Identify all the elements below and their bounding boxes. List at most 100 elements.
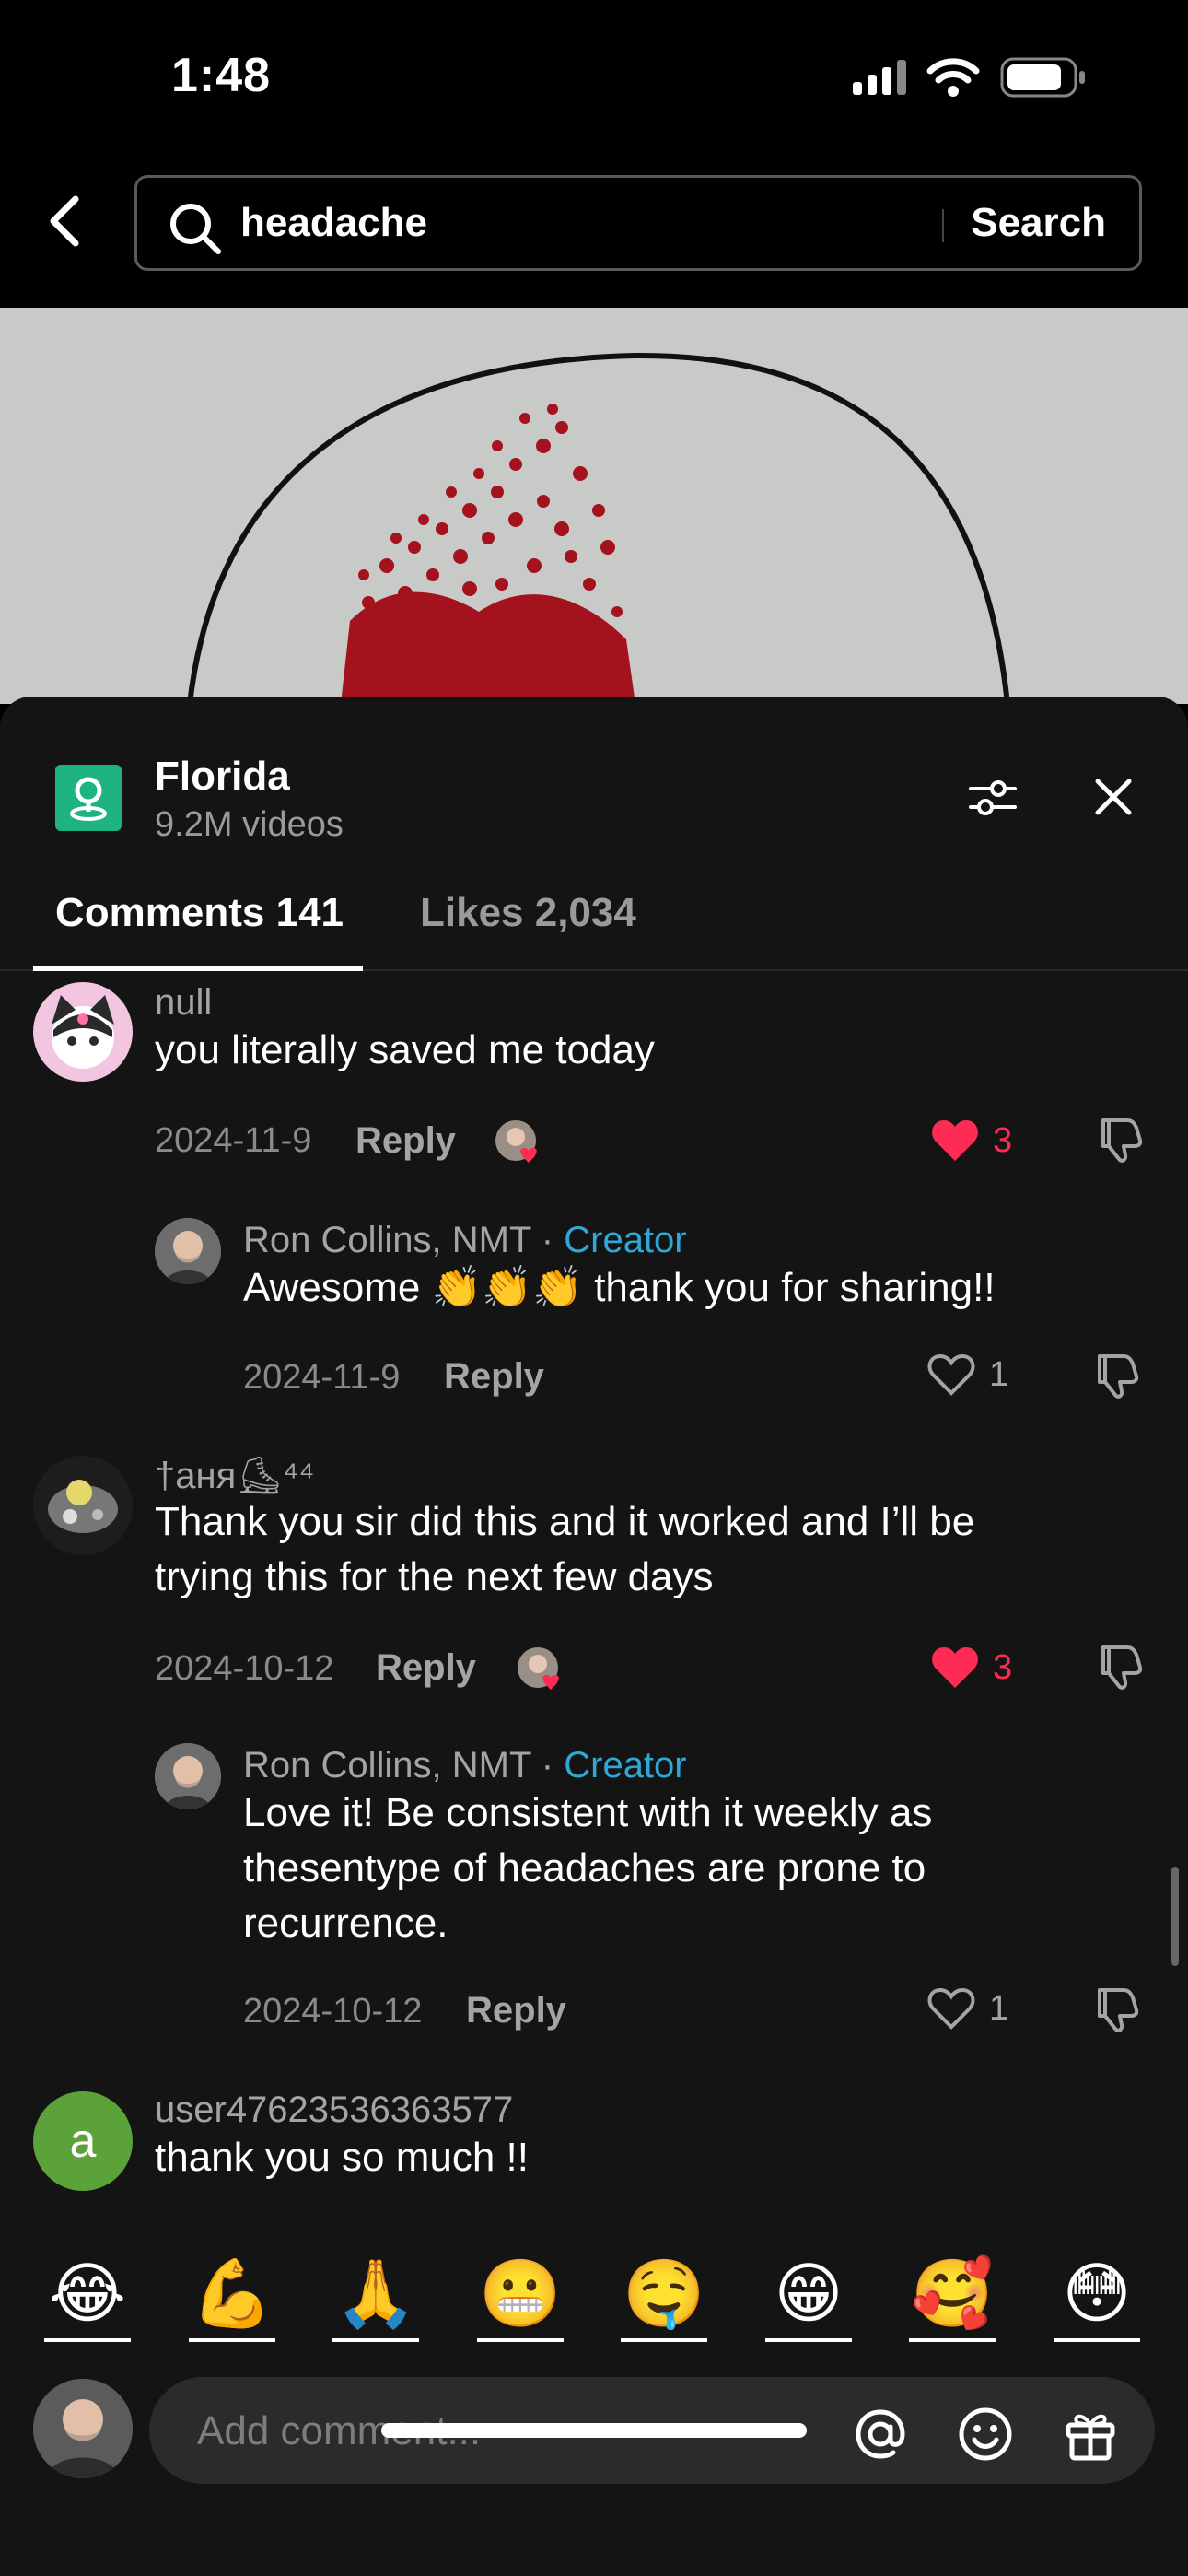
comment-username[interactable]: †аня⛸⁴⁴ (155, 1454, 314, 1497)
heart-outline-icon (927, 1987, 975, 2030)
creator-liked-avatar (494, 1118, 540, 1165)
avatar[interactable]: a (33, 2091, 133, 2191)
reply-button[interactable]: Reply (376, 1647, 476, 1689)
comments-sheet: Florida 9.2M videos Comments 141 Likes 2… (0, 697, 1188, 2576)
reply-button[interactable]: Reply (355, 1120, 456, 1162)
reply-button[interactable]: Reply (444, 1356, 544, 1398)
like-button[interactable]: 3 (930, 1645, 1012, 1690)
emoji-underline (765, 2338, 852, 2342)
reply-author-name[interactable]: Ron Collins, NMT (243, 1745, 531, 1786)
creator-badge: Creator (564, 1220, 687, 1260)
comment-username[interactable]: user47623536363577 (155, 2090, 513, 2131)
reply-username: Ron Collins, NMT · Creator (243, 1220, 687, 1261)
wifi-icon (926, 58, 980, 97)
like-count: 1 (989, 1354, 1009, 1394)
location-pin-icon (55, 765, 122, 831)
my-avatar[interactable] (33, 2379, 133, 2478)
cellular-signal-icon (853, 60, 906, 95)
back-button[interactable] (37, 184, 92, 258)
mention-at-icon[interactable] (851, 2405, 910, 2464)
video-thumbnail[interactable] (0, 308, 1188, 704)
status-bar: 1:48 (0, 0, 1188, 157)
like-button[interactable]: 1 (926, 1986, 1008, 2031)
like-count: 1 (989, 1988, 1009, 2028)
heart-filled-icon (932, 1120, 978, 1161)
search-header: headache Search (0, 157, 1188, 308)
reply-date: 2024-10-12 (243, 1992, 423, 2031)
avatar[interactable] (155, 1743, 221, 1809)
status-icons (853, 57, 1087, 98)
avatar-letter: a (69, 2114, 97, 2168)
reply-text-line: thesentype of headaches are prone to (243, 1845, 926, 1891)
emoji-underline (909, 2338, 996, 2342)
heart-outline-icon (927, 1353, 975, 1396)
like-button[interactable]: 1 (926, 1352, 1008, 1397)
name-separator: · (530, 1745, 565, 1786)
emoji-underline (1054, 2338, 1140, 2342)
emoji-button[interactable]: 💪 (189, 2254, 275, 2333)
emoji-underline (621, 2338, 707, 2342)
comment-item: null you literally saved me today (0, 982, 1188, 1093)
filter-sliders-icon[interactable] (967, 776, 1019, 820)
avatar[interactable] (33, 982, 133, 1082)
gift-icon[interactable] (1061, 2405, 1120, 2464)
emoji-button[interactable]: 😳 (1054, 2254, 1140, 2333)
reply-username: Ron Collins, NMT · Creator (243, 1745, 687, 1786)
creator-liked-avatar (516, 1645, 562, 1692)
emoji-button[interactable]: 😂 (44, 2254, 131, 2333)
emoji-underline (477, 2338, 564, 2342)
emoji-button[interactable]: 😬 (477, 2254, 564, 2333)
comment-text: Thank you sir did this and it worked and… (155, 1494, 974, 1605)
search-query-text: headache (240, 200, 427, 245)
place-name: Florida (155, 754, 290, 799)
place-video-count: 9.2M videos (155, 805, 344, 844)
emoji-underline (44, 2338, 131, 2342)
avatar[interactable] (155, 1218, 221, 1284)
close-icon[interactable] (1092, 776, 1135, 818)
reply-text-line: recurrence. (243, 1901, 448, 1946)
quick-emoji-bar: 😂 💪 🙏 😬 🤤 😁 🥰 😳 (0, 2254, 1188, 2355)
emoji-button[interactable]: 🤤 (621, 2254, 707, 2333)
tab-comments[interactable]: Comments 141 (55, 890, 344, 936)
emoji-underline (189, 2338, 275, 2342)
comment-username[interactable]: null (155, 982, 212, 1024)
tab-likes[interactable]: Likes 2,034 (420, 890, 636, 936)
emoji-underline (332, 2338, 419, 2342)
search-icon (170, 204, 221, 254)
reply-text: Love it! Be consistent with it weekly as… (243, 1786, 932, 1951)
emoji-button[interactable]: 🥰 (909, 2254, 996, 2333)
like-count: 3 (993, 1647, 1013, 1687)
reply-text-line: Love it! Be consistent with it weekly as (243, 1790, 933, 1835)
heart-filled-icon (932, 1647, 978, 1688)
emoji-smiley-icon[interactable] (956, 2405, 1015, 2464)
battery-icon (1000, 57, 1085, 98)
comment-tabs: Comments 141 Likes 2,034 (0, 868, 1188, 971)
dislike-icon[interactable] (1092, 1351, 1142, 1400)
reply-date: 2024-11-9 (243, 1358, 401, 1397)
comment-text: thank you so much !! (155, 2135, 529, 2180)
search-input[interactable]: headache Search (134, 175, 1142, 271)
avatar[interactable] (33, 1456, 133, 1555)
reply-button[interactable]: Reply (466, 1990, 566, 2032)
comment-date: 2024-10-12 (155, 1649, 334, 1688)
dislike-icon[interactable] (1096, 1642, 1146, 1692)
dislike-icon[interactable] (1092, 1985, 1142, 2034)
search-button[interactable]: Search (971, 200, 1106, 246)
creator-badge: Creator (564, 1745, 687, 1786)
like-button[interactable]: 3 (930, 1118, 1012, 1163)
emoji-button[interactable]: 😁 (765, 2254, 852, 2333)
like-count: 3 (993, 1120, 1013, 1160)
place-header[interactable]: Florida 9.2M videos (55, 744, 1142, 846)
status-time: 1:48 (171, 49, 272, 102)
emoji-button[interactable]: 🙏 (332, 2254, 419, 2333)
comment-text: you literally saved me today (155, 1027, 655, 1072)
reply-author-name[interactable]: Ron Collins, NMT (243, 1220, 531, 1260)
video-frame-image (0, 308, 1188, 704)
comment-text-line: Thank you sir did this and it worked and… (155, 1499, 975, 1544)
reply-text: Awesome 👏👏👏 thank you for sharing!! (243, 1265, 996, 1310)
active-tab-underline (33, 966, 363, 971)
scrollbar[interactable] (1171, 1867, 1179, 1966)
dislike-icon[interactable] (1096, 1115, 1146, 1165)
comment-composer: Add comment... (0, 2364, 1188, 2576)
search-divider (942, 209, 944, 242)
